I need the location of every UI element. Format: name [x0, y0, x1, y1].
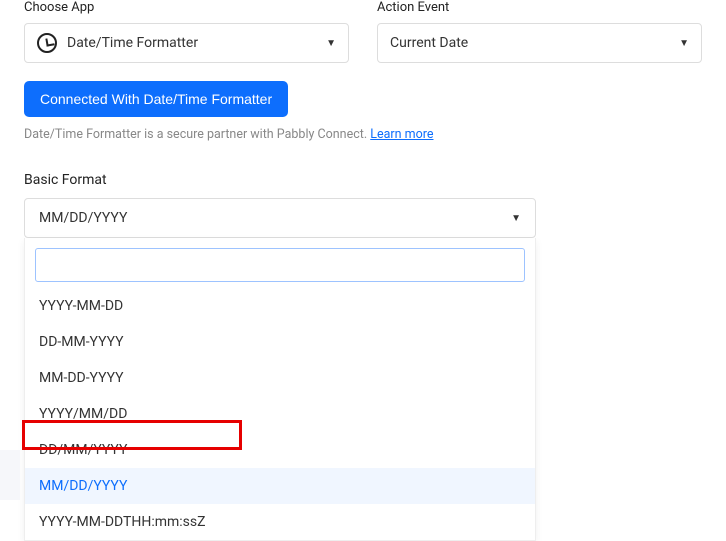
format-option[interactable]: MM/DD/YYYY	[25, 468, 535, 504]
chevron-down-icon: ▼	[511, 213, 521, 224]
chevron-down-icon: ▼	[326, 38, 336, 49]
clock-icon	[37, 33, 57, 53]
action-event-label: Action Event	[377, 0, 702, 15]
helper-text: Date/Time Formatter is a secure partner …	[24, 127, 702, 142]
action-event-value: Current Date	[390, 35, 468, 51]
choose-app-label: Choose App	[24, 0, 349, 15]
choose-app-select[interactable]: Date/Time Formatter ▼	[24, 23, 349, 63]
format-option[interactable]: DD-MM-YYYY	[25, 324, 535, 360]
learn-more-link[interactable]: Learn more	[370, 127, 433, 142]
format-option[interactable]: YYYY/MM/DD	[25, 396, 535, 432]
action-event-select[interactable]: Current Date ▼	[377, 23, 702, 63]
basic-format-value: MM/DD/YYYY	[39, 210, 127, 226]
basic-format-label: Basic Format	[24, 172, 702, 188]
basic-format-dropdown: YYYY-MM-DDDD-MM-YYYYMM-DD-YYYYYYYY/MM/DD…	[24, 238, 536, 541]
choose-app-value: Date/Time Formatter	[67, 35, 198, 51]
connected-button[interactable]: Connected With Date/Time Formatter	[24, 81, 288, 117]
format-option[interactable]: YYYY-MM-DD	[25, 288, 535, 324]
format-option[interactable]: YYYY-MM-DDTHH:mm:ssZ	[25, 504, 535, 540]
helper-text-prefix: Date/Time Formatter is a secure partner …	[24, 127, 370, 142]
page-edge	[0, 450, 20, 500]
format-option[interactable]: MM-DD-YYYY	[25, 360, 535, 396]
chevron-down-icon: ▼	[679, 38, 689, 49]
basic-format-select[interactable]: MM/DD/YYYY ▼	[24, 198, 536, 238]
format-option[interactable]: DD/MM/YYYY	[25, 432, 535, 468]
dropdown-search-input[interactable]	[35, 248, 525, 282]
